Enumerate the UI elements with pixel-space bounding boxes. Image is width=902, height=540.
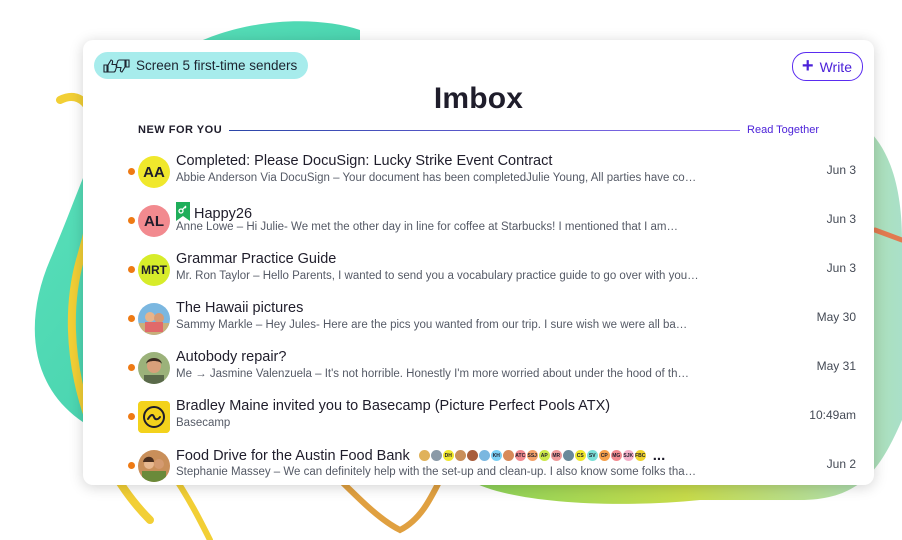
more-participants: ... [652,447,666,464]
participant-avatar: SSJ [526,450,538,461]
email-date: Jun 3 [826,163,856,177]
unread-dot [128,266,135,273]
participant-avatar: AP [538,450,550,461]
plus-icon: + [801,54,814,77]
participant-avatar [562,450,574,461]
imbox-window: Screen 5 first-time senders + Write Imbo… [83,40,874,485]
email-date: Jun 3 [826,261,856,275]
unread-dot [128,462,135,469]
basecamp-logo-icon [138,401,170,433]
screen-senders-button[interactable]: Screen 5 first-time senders [94,52,309,79]
email-date: Jun 3 [826,212,856,226]
participant-avatar: DH [442,450,454,461]
read-together-link[interactable]: Read Together [747,124,819,136]
unread-dot [128,364,135,371]
section-divider [229,129,741,131]
email-preview: Anne Lowe – Hi Julie- We met the other d… [176,221,679,233]
email-row[interactable]: AL Happy26 Anne Lowe – Hi Julie- We met … [123,197,856,243]
subject-line: Completed: Please DocuSign: Lucky Strike… [176,153,552,169]
email-subject: Happy26 [194,206,253,222]
email-preview: Mr. Ron Taylor – Hello Parents, I wanted… [176,270,699,282]
email-date: 10:49am [809,408,856,422]
email-subject: Food Drive for the Austin Food Bank [176,447,410,464]
email-row[interactable]: AA Completed: Please DocuSign: Lucky Str… [123,148,856,194]
initials-avatar: MRT [138,254,170,286]
participant-avatar [466,450,478,461]
initials-avatar: AL [138,205,170,237]
participant-avatar: SV [586,450,598,461]
email-preview: Sammy Markle – Hey Jules- Here are the p… [176,319,688,331]
email-row[interactable]: Food Drive for the Austin Food Bank DH KH… [123,442,856,485]
participant-avatar: MR [550,450,562,461]
participant-avatar: SJK [622,450,634,461]
email-subject: Grammar Practice Guide [176,251,337,267]
email-row[interactable]: The Hawaii pictures Sammy Markle – Hey J… [123,295,856,341]
screen-senders-label: Screen 5 first-time senders [136,58,298,73]
section-label: NEW FOR YOU [138,124,223,136]
participant-avatar [454,450,466,461]
email-subject: The Hawaii pictures [176,300,304,316]
participant-avatar [502,450,514,461]
email-row[interactable]: MRT Grammar Practice Guide Mr. Ron Taylo… [123,246,856,292]
participant-avatar: FBC [634,450,646,461]
email-preview: Abbie Anderson Via DocuSign – Your docum… [176,172,697,184]
section-header: NEW FOR YOU Read Together [138,123,819,137]
photo-avatar [138,352,170,384]
email-preview: Stephanie Massey – We can definitely hel… [176,466,697,478]
initials-avatar: AA [138,156,170,188]
participant-avatars: DH KH ATC SSJ AP MR CS SV CP MG SJK FBC [418,450,646,461]
participant-avatar [478,450,490,461]
participant-avatar [418,450,430,461]
photo-avatar [138,450,170,482]
participant-avatar: CS [574,450,586,461]
email-subject: Bradley Maine invited you to Basecamp (P… [176,398,611,414]
unread-dot [128,217,135,224]
email-date: May 31 [816,359,856,373]
page-title: Imbox [433,82,524,115]
email-row[interactable]: Autobody repair? Me → Jasmine Valenzuela… [123,344,856,390]
write-label: Write [819,58,852,75]
email-date: Jun 2 [826,457,856,471]
email-preview: Me → Jasmine Valenzuela – It's not horri… [176,368,689,380]
thumbs-up-down-icon [103,58,130,73]
participant-avatar: KH [490,450,502,461]
unread-dot [128,315,135,322]
unread-dot [128,168,135,175]
participant-avatar: MG [610,450,622,461]
photo-avatar [138,303,170,335]
write-button[interactable]: + Write [791,52,863,81]
subject-line: Bradley Maine invited you to Basecamp (P… [176,398,610,414]
subject-line: Food Drive for the Austin Food Bank DH KH… [176,447,665,464]
subject-line: Autobody repair? [176,349,286,365]
participant-avatar [430,450,442,461]
email-subject: Completed: Please DocuSign: Lucky Strike… [176,153,553,169]
unread-dot [128,413,135,420]
email-preview: Basecamp [176,417,231,429]
email-row[interactable]: Bradley Maine invited you to Basecamp (P… [123,393,856,439]
email-subject: Autobody repair? [176,349,287,365]
email-date: May 30 [816,310,856,324]
subject-line: The Hawaii pictures [176,300,303,316]
participant-avatar: ATC [514,450,526,461]
subject-line: Grammar Practice Guide [176,251,336,267]
participant-avatar: CP [598,450,610,461]
